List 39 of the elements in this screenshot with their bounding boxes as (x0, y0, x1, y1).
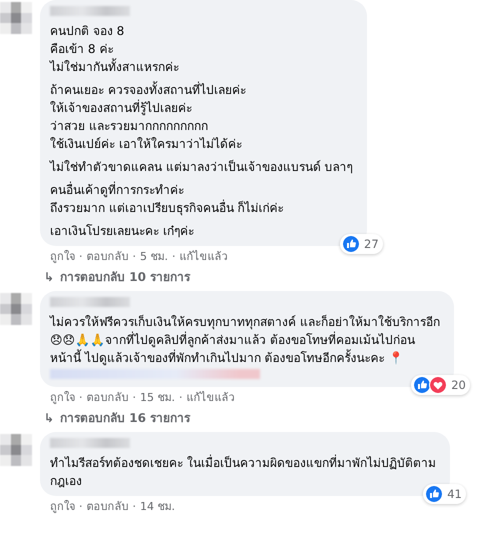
comment-text: ไม่ควรให้ฟรีควรเก็บเงินให้ครบทุกบาททุกสตางค์ และก็อย่าให้มาใช้บริการอีก 😞😞🙏🙏จากที่ไปดูคลิปที่ลูกค้าส่งมาแล้ว ต้องขอโทษที่คอมเม้นไปก่อน หน้านี้ ไปดูแล้วเจ้าของที่พักทำเกินไปมาก ต้องขอโทษอีกครั้งนะคะ 📍 (50, 314, 440, 367)
replies-link[interactable]: การตอบกลับ 16 รายการ (60, 410, 190, 426)
avatar[interactable] (0, 293, 32, 325)
comment-text: ถ้าคนเยอะ ควรจองทั้งสถานที่ไปเลยค่ะ ให้เจ้าของสถานที่รู้ไปเลยค่ะ ว่าสวย และรวยมากกกกกกกกก ใช้เงินเปย์ค่ะ เอาให้ใครมาว่าไม่ได้ค่ะ (50, 81, 247, 153)
separator-dot: · (179, 391, 182, 405)
meta-text: 15 ชม. (140, 391, 175, 405)
reaction-badge[interactable]: 41 (423, 484, 466, 504)
action-link[interactable]: ตอบกลับ (86, 391, 128, 405)
action-link[interactable]: ตอบกลับ (86, 250, 128, 264)
action-link[interactable]: ถูกใจ (50, 250, 75, 264)
separator-dot: · (79, 250, 82, 264)
thumbs-up-icon (413, 376, 432, 394)
comment-text: ไม่ใช่ทำตัวขาดแคลน แต่มาลงว่าเป็นเจ้าของแบรนด์ บลาๆ (50, 158, 353, 176)
heart-icon (429, 376, 448, 394)
separator-dot: · (132, 250, 136, 264)
action-link[interactable]: ตอบกลับ (86, 500, 128, 514)
replies-link[interactable]: การตอบกลับ 10 รายการ (60, 269, 190, 285)
separator-dot: · (79, 500, 82, 514)
comment-text: คนอื่นเค้าดูที่การกระทำค่ะ ถึงรวยมาก แต่เอาเปรียบธุรกิจคนอื่น ก็ไม่เก่ค่ะ (50, 181, 285, 217)
meta-text: แก้ไขแล้ว (180, 250, 228, 264)
meta-text: 14 ชม. (140, 500, 175, 514)
thumbs-up-icon (342, 235, 360, 253)
reaction-badge[interactable]: 20 (411, 375, 470, 395)
avatar[interactable] (0, 2, 32, 34)
comment-text: เอาเงินโปรยเลยนะคะ เก๋ๆค่ะ (50, 223, 195, 240)
separator-dot: · (132, 500, 136, 514)
comment-text: คนปกติ จอง 8 คือเข้า 8 ค่ะ ไม่ใช่มากันทั้งสาแหรกค่ะ (50, 23, 180, 76)
separator-dot: · (132, 391, 136, 405)
reply-arrow-icon: ↳ (44, 269, 54, 285)
thumbs-up-icon (425, 485, 444, 503)
avatar[interactable] (0, 434, 32, 466)
separator-dot: · (79, 391, 82, 405)
meta-text: แก้ไขแล้ว (186, 391, 234, 405)
action-link[interactable]: ถูกใจ (50, 391, 75, 405)
meta-text: 5 ชม. (140, 250, 168, 264)
action-link[interactable]: ถูกใจ (50, 500, 75, 514)
separator-dot: · (172, 250, 176, 264)
reaction-badge[interactable]: 27 (340, 234, 383, 254)
reply-arrow-icon: ↳ (44, 410, 54, 426)
